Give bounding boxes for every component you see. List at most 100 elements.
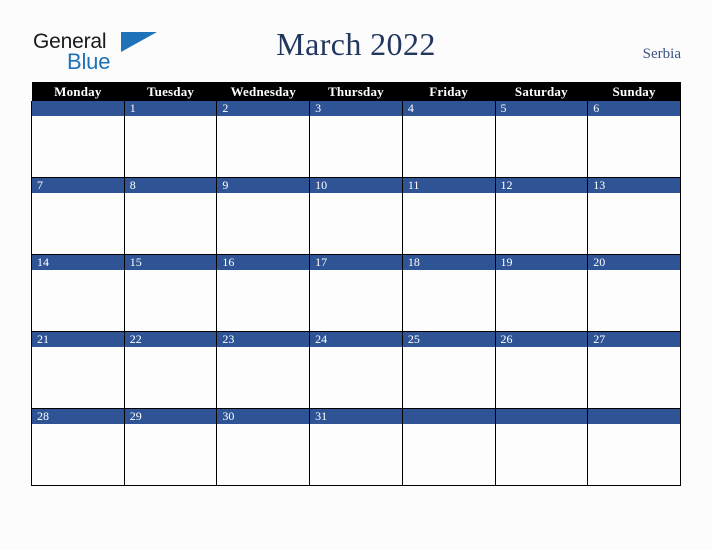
day-number: 18 — [402, 255, 495, 270]
weekday-header-saturday: Saturday — [495, 82, 588, 101]
day-cell-body[interactable] — [588, 270, 680, 331]
day-cell[interactable]: 16 — [216, 254, 311, 332]
day-cell-body[interactable] — [310, 270, 402, 331]
day-cell-body[interactable] — [124, 116, 217, 177]
day-cell-body[interactable] — [124, 270, 217, 331]
day-number: 25 — [402, 332, 495, 347]
weekday-header-tuesday: Tuesday — [124, 82, 217, 101]
day-cell[interactable]: 9 — [216, 177, 311, 255]
day-cell[interactable]: 12 — [494, 177, 589, 255]
day-number: 12 — [495, 178, 588, 193]
day-cell[interactable]: 31 — [309, 408, 403, 486]
day-cell[interactable]: 2 — [216, 101, 311, 178]
day-cell-body[interactable] — [402, 424, 495, 485]
day-cell-body[interactable] — [32, 424, 124, 485]
day-number: 23 — [217, 332, 310, 347]
page-header: General Blue March 2022 Serbia — [0, 0, 712, 82]
day-cell-body[interactable] — [217, 347, 310, 408]
calendar-body: 1 2 3 4 5 6 7 8 9 10 11 12 13 14 15 16 1… — [31, 101, 681, 486]
day-cell-body[interactable] — [124, 193, 217, 254]
day-cell-body[interactable] — [495, 116, 588, 177]
day-cell-body[interactable] — [495, 193, 588, 254]
day-cell-body[interactable] — [588, 347, 680, 408]
day-cell[interactable] — [494, 408, 589, 486]
day-cell-body[interactable] — [32, 270, 124, 331]
day-cell[interactable]: 15 — [123, 254, 218, 332]
day-cell-body[interactable] — [402, 193, 495, 254]
day-cell-body[interactable] — [32, 193, 124, 254]
day-cell-body[interactable] — [402, 116, 495, 177]
day-cell-body[interactable] — [217, 424, 310, 485]
day-cell[interactable]: 6 — [587, 101, 681, 178]
day-number: 26 — [495, 332, 588, 347]
day-number: 13 — [588, 178, 680, 193]
day-number: 24 — [310, 332, 402, 347]
day-cell[interactable]: 22 — [123, 331, 218, 409]
day-cell[interactable]: 4 — [401, 101, 496, 178]
day-cell[interactable] — [401, 408, 496, 486]
day-cell[interactable]: 11 — [401, 177, 496, 255]
day-cell[interactable]: 5 — [494, 101, 589, 178]
day-cell[interactable]: 18 — [401, 254, 496, 332]
day-cell[interactable]: 23 — [216, 331, 311, 409]
day-number: 31 — [310, 409, 402, 424]
day-cell-body[interactable] — [588, 116, 680, 177]
day-cell-body[interactable] — [124, 424, 217, 485]
calendar-week-row: 1 2 3 4 5 6 — [31, 101, 681, 178]
day-cell-body[interactable] — [495, 270, 588, 331]
day-cell[interactable]: 29 — [123, 408, 218, 486]
day-cell-body[interactable] — [310, 116, 402, 177]
day-cell-body[interactable] — [588, 193, 680, 254]
day-cell[interactable]: 19 — [494, 254, 589, 332]
day-cell[interactable]: 14 — [31, 254, 125, 332]
day-cell-body[interactable] — [310, 193, 402, 254]
day-cell-body[interactable] — [217, 270, 310, 331]
day-cell-body[interactable] — [124, 347, 217, 408]
day-number: 30 — [217, 409, 310, 424]
day-cell-body[interactable] — [217, 116, 310, 177]
calendar-page: General Blue March 2022 Serbia Monday Tu… — [0, 0, 712, 550]
day-cell-body[interactable] — [32, 116, 124, 177]
day-cell[interactable]: 28 — [31, 408, 125, 486]
day-cell[interactable]: 21 — [31, 331, 125, 409]
day-number: 8 — [124, 178, 217, 193]
day-cell-body[interactable] — [588, 424, 680, 485]
day-number: 16 — [217, 255, 310, 270]
day-cell[interactable]: 1 — [123, 101, 218, 178]
day-cell[interactable]: 10 — [309, 177, 403, 255]
day-cell[interactable]: 20 — [587, 254, 681, 332]
day-cell-body[interactable] — [495, 424, 588, 485]
day-number: 19 — [495, 255, 588, 270]
day-cell[interactable] — [31, 101, 125, 178]
day-number: 28 — [32, 409, 124, 424]
day-number — [495, 409, 588, 424]
day-number: 4 — [402, 101, 495, 116]
day-cell[interactable]: 30 — [216, 408, 311, 486]
day-cell[interactable]: 17 — [309, 254, 403, 332]
calendar-week-row: 21 22 23 24 25 26 27 — [31, 331, 681, 409]
day-cell[interactable]: 27 — [587, 331, 681, 409]
day-number: 6 — [588, 101, 680, 116]
day-cell[interactable] — [587, 408, 681, 486]
day-cell[interactable]: 13 — [587, 177, 681, 255]
day-number — [32, 101, 124, 116]
day-cell-body[interactable] — [495, 347, 588, 408]
day-cell-body[interactable] — [402, 347, 495, 408]
day-cell[interactable]: 7 — [31, 177, 125, 255]
day-cell[interactable]: 26 — [494, 331, 589, 409]
day-cell[interactable]: 8 — [123, 177, 218, 255]
day-cell-body[interactable] — [217, 193, 310, 254]
day-cell-body[interactable] — [32, 347, 124, 408]
day-cell[interactable]: 25 — [401, 331, 496, 409]
day-number: 27 — [588, 332, 680, 347]
day-cell-body[interactable] — [402, 270, 495, 331]
page-title: March 2022 — [276, 26, 436, 62]
day-cell-body[interactable] — [310, 424, 402, 485]
day-number: 1 — [124, 101, 217, 116]
day-cell[interactable]: 24 — [309, 331, 403, 409]
day-number: 7 — [32, 178, 124, 193]
day-cell[interactable]: 3 — [309, 101, 403, 178]
day-number: 17 — [310, 255, 402, 270]
day-number: 9 — [217, 178, 310, 193]
day-cell-body[interactable] — [310, 347, 402, 408]
